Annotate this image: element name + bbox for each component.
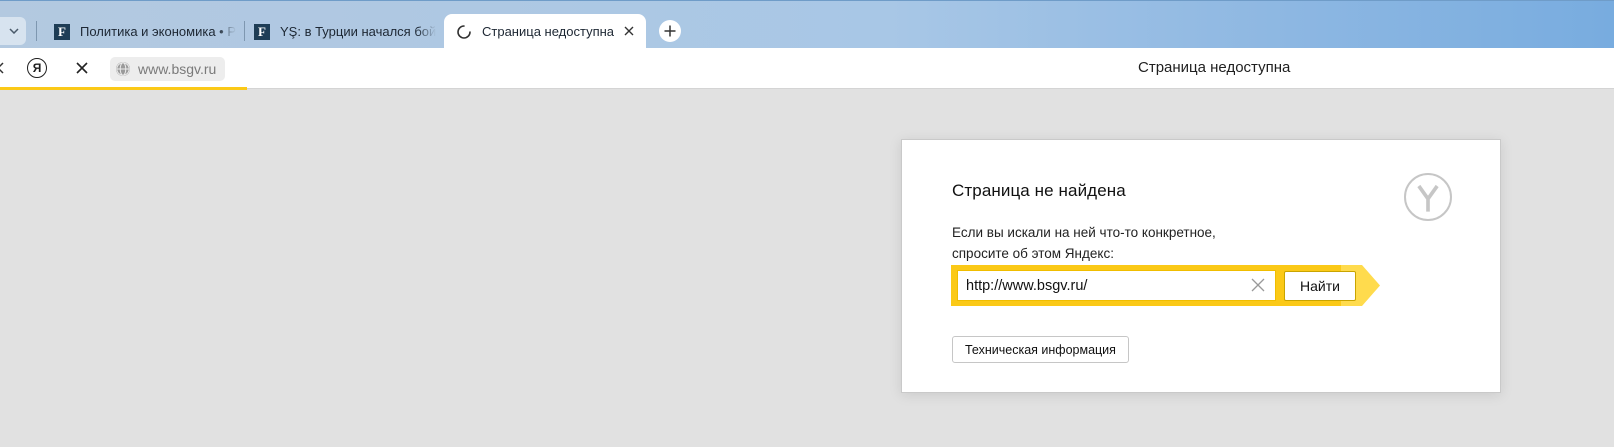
tab-strip: F Политика и экономика • Р F YŞ: в Турци… — [0, 0, 1614, 49]
yandex-search-form: http://www.bsgv.ru/ Найти — [951, 265, 1380, 306]
yandex-browser-logo-icon — [1404, 173, 1452, 221]
tab-label: YŞ: в Турции начался бой — [280, 24, 437, 39]
tab-favicon-icon: F — [54, 23, 70, 40]
back-arrow-icon[interactable] — [0, 61, 8, 75]
new-tab-button[interactable] — [659, 20, 681, 42]
address-bar: Я www.bsgv.ru Страница недоступна — [0, 48, 1614, 89]
tab-separator — [244, 21, 245, 41]
technical-info-button[interactable]: Техническая информация — [952, 336, 1129, 363]
tab-label: Политика и экономика • Р — [80, 24, 236, 39]
tab-politics[interactable]: F Политика и экономика • Р — [54, 14, 238, 49]
url-field[interactable]: www.bsgv.ru — [110, 57, 226, 81]
tab-close-button[interactable] — [622, 24, 636, 38]
stop-loading-icon[interactable] — [75, 61, 89, 75]
clear-icon[interactable] — [1251, 278, 1265, 292]
search-input[interactable]: http://www.bsgv.ru/ — [957, 270, 1276, 301]
chevron-down-icon — [9, 28, 19, 34]
tab-turkey[interactable]: F YŞ: в Турции начался бой — [254, 14, 438, 49]
error-card: Страница не найдена Если вы искали на не… — [901, 139, 1501, 393]
error-title: Страница не найдена — [952, 181, 1126, 200]
tab-label: Страница недоступна — [482, 24, 615, 39]
close-icon — [624, 26, 634, 36]
yandex-logo-icon: Я — [32, 61, 42, 75]
tab-favicon-icon: F — [254, 23, 270, 40]
loading-spinner-icon — [457, 24, 471, 39]
yandex-button[interactable]: Я — [27, 58, 47, 78]
plus-icon — [664, 25, 676, 37]
tab-list-button[interactable] — [0, 17, 26, 45]
url-text: www.bsgv.ru — [138, 61, 217, 77]
search-input-value: http://www.bsgv.ru/ — [966, 277, 1088, 294]
tab-page-unavailable[interactable]: Страница недоступна — [444, 14, 646, 49]
tab-separator — [36, 21, 37, 41]
globe-icon — [116, 62, 130, 76]
loading-progress-bar — [0, 87, 247, 90]
error-description-line: спросите об этом Яндекс: — [952, 246, 1114, 261]
search-button[interactable]: Найти — [1284, 271, 1356, 301]
page-title: Страница недоступна — [1138, 59, 1291, 76]
error-description-line: Если вы искали на ней что-то конкретное, — [952, 225, 1216, 240]
error-description: Если вы искали на ней что-то конкретное,… — [952, 222, 1216, 264]
